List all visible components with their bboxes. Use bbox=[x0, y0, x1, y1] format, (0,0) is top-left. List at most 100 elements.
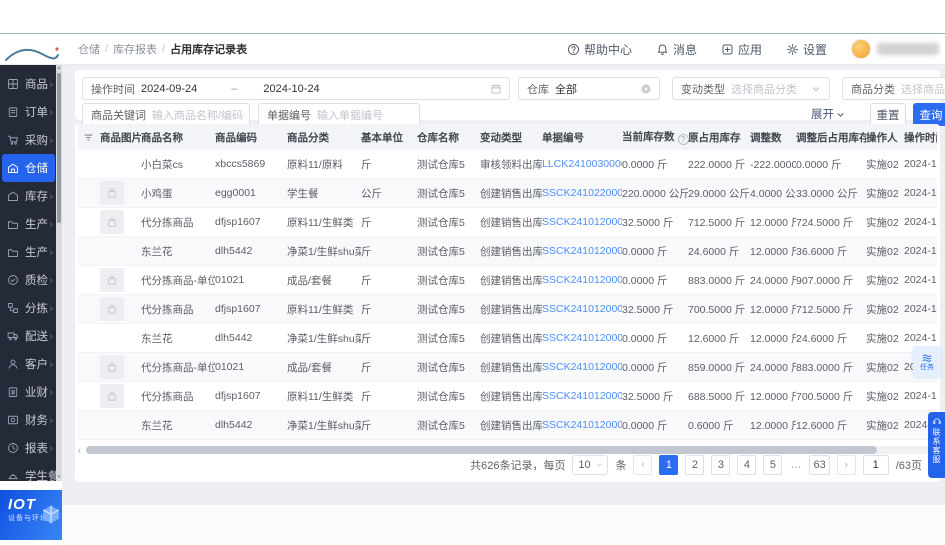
doc-number-link[interactable]: SSCK24101200003 bbox=[542, 245, 622, 257]
doc-number-input[interactable]: 单据编号 输入单据编号 bbox=[258, 103, 420, 126]
doc-number-link[interactable]: SSCK24101200002 bbox=[542, 332, 622, 344]
operator: 实施02 bbox=[866, 245, 899, 258]
scroll-left-icon[interactable]: ‹ bbox=[78, 446, 86, 455]
table-row[interactable]: 代分拣商品 dfjsp1607 原料11/生鲜类 斤 测试仓库5 创建销售出库 … bbox=[78, 295, 937, 324]
scrollbar-track[interactable] bbox=[86, 446, 937, 454]
header-actions: 帮助中心 消息 应用 设置 bbox=[567, 34, 939, 64]
user-menu[interactable] bbox=[851, 39, 939, 59]
goods-name: 东兰花 bbox=[141, 245, 173, 258]
doc-number-link[interactable]: SSCK24101200004 bbox=[542, 216, 622, 228]
sidebar-item-purchase[interactable]: 采购 › bbox=[0, 126, 62, 154]
sidebar-item-sorting[interactable]: 分拣 › bbox=[0, 294, 62, 322]
doc-number-link[interactable]: SSCK24101200002 bbox=[542, 361, 622, 373]
reset-button[interactable]: 重置 bbox=[870, 103, 906, 126]
change-type-filter[interactable]: 变动类型 选择商品分类 bbox=[672, 77, 830, 100]
breadcrumb-item[interactable]: 仓储 bbox=[78, 41, 100, 57]
column-header: 操作时间 bbox=[904, 131, 937, 144]
finance-icon bbox=[7, 414, 20, 427]
goods-category: 原料11/生鲜类 bbox=[287, 216, 354, 229]
goods-keyword-input[interactable]: 商品关键词 输入商品名称/编码 bbox=[82, 103, 250, 126]
table-horizontal-scrollbar[interactable]: ‹ bbox=[78, 446, 937, 455]
doc-number-link[interactable]: LLCK24100300001 bbox=[542, 158, 622, 170]
table-row[interactable]: 东兰花 dlh5442 净菜1/生鲜shu菜类... 斤 测试仓库5 创建销售出… bbox=[78, 411, 937, 440]
prev-page-button[interactable]: ‹ bbox=[633, 455, 653, 475]
floating-task-widget[interactable]: 任务 bbox=[913, 346, 941, 377]
sidebar-item-production-1[interactable]: 生产 › bbox=[0, 210, 62, 238]
goods-code: dlh5442 bbox=[215, 419, 253, 431]
chevron-right-icon: › bbox=[49, 190, 53, 202]
table-row[interactable]: 代分拣商品-单位换算 01021 成品/套餐 斤 测试仓库5 创建销售出库 SS… bbox=[78, 266, 937, 295]
page-button-3[interactable]: 3 bbox=[711, 455, 731, 475]
goods-category: 净菜1/生鲜shu菜类... bbox=[287, 419, 361, 432]
doc-number-link[interactable]: SSCK24102200001 bbox=[542, 187, 622, 199]
expand-filters-link[interactable]: 展开 bbox=[811, 106, 845, 122]
column-header: 商品图片 bbox=[100, 131, 141, 144]
clear-icon[interactable] bbox=[640, 83, 659, 95]
sidebar-item-warehouse[interactable]: 仓储 › bbox=[2, 154, 55, 182]
page-button-5[interactable]: 5 bbox=[763, 455, 783, 475]
table-row[interactable]: 小白菜cs xbccs5869 原料11/原料 斤 测试仓库5 审核领料出库 L… bbox=[78, 150, 937, 179]
doc-number-link[interactable]: SSCK24101200003 bbox=[542, 274, 622, 286]
warehouse-name: 测试仓库5 bbox=[417, 187, 465, 200]
sidebar-item-quality[interactable]: 质检 › bbox=[0, 266, 62, 294]
warehouse-name: 测试仓库5 bbox=[417, 216, 465, 229]
page-jump-input[interactable] bbox=[862, 455, 889, 475]
original-occupied-stock: 12.6000 斤 bbox=[688, 332, 740, 345]
page-button-2[interactable]: 2 bbox=[685, 455, 705, 475]
date-range-filter[interactable]: 操作时间 2024-09-24 – 2024-10-24 bbox=[82, 77, 510, 100]
original-occupied-stock: 712.5000 斤 bbox=[688, 216, 746, 229]
table-row[interactable]: 东兰花 dlh5442 净菜1/生鲜shu菜类... 斤 测试仓库5 创建销售出… bbox=[78, 237, 937, 266]
header-action-messages[interactable]: 消息 bbox=[656, 41, 697, 58]
page-button-1[interactable]: 1 bbox=[659, 455, 679, 475]
scrollbar-thumb[interactable] bbox=[86, 446, 878, 454]
gear-icon bbox=[786, 43, 799, 56]
breadcrumb-item[interactable]: 库存报表 bbox=[113, 41, 157, 57]
table-row[interactable]: 代分拣商品 dfjsp1607 原料11/生鲜类 斤 测试仓库5 创建销售出库 … bbox=[78, 208, 937, 237]
page-button-4[interactable]: 4 bbox=[737, 455, 757, 475]
goods-category-filter[interactable]: 商品分类 选择商品分类 bbox=[842, 77, 945, 100]
search-button[interactable]: 查询 bbox=[913, 103, 945, 126]
column-header: 商品分类 bbox=[287, 131, 329, 144]
scrollbar-thumb[interactable] bbox=[57, 73, 61, 223]
chevron-right-icon: › bbox=[49, 218, 53, 230]
sidebar-item-goods[interactable]: 商品 › bbox=[0, 70, 62, 98]
contact-service-button[interactable]: 联系客服 bbox=[928, 412, 945, 478]
doc-number-link[interactable]: SSCK24101200002 bbox=[542, 390, 622, 402]
operator: 实施02 bbox=[866, 332, 899, 345]
table-row[interactable]: 代分拣商品 dfjsp1607 原料11/生鲜类 斤 测试仓库5 创建销售出库 … bbox=[78, 382, 937, 411]
header-action-help[interactable]: 帮助中心 bbox=[567, 41, 632, 58]
change-type: 创建销售出库 bbox=[480, 216, 542, 229]
warehouse-filter[interactable]: 仓库 全部 bbox=[518, 77, 660, 100]
adjustment-qty: 12.0000 斤 bbox=[750, 390, 796, 403]
warehouse-label: 仓库 bbox=[527, 83, 549, 96]
product-image bbox=[100, 297, 124, 321]
sidebar: 商品 › 订单 › 采购 › 仓储 › 库存 › 生产 › 生产 › 质检 › bbox=[0, 65, 62, 483]
sidebar-item-production-2[interactable]: 生产 › bbox=[0, 238, 62, 266]
doc-number-link[interactable]: SSCK24101200003 bbox=[542, 303, 622, 315]
avatar[interactable] bbox=[851, 39, 871, 59]
table-row[interactable]: 代分拣商品-单位换算 01021 成品/套餐 斤 测试仓库5 创建销售出库 SS… bbox=[78, 353, 937, 382]
adjustment-qty: 4.0000 公斤 bbox=[750, 187, 796, 200]
adjusted-occupied-stock: 24.6000 斤 bbox=[796, 332, 848, 345]
doc-number-label: 单据编号 bbox=[267, 109, 311, 122]
header-action-apps[interactable]: 应用 bbox=[721, 41, 762, 58]
sidebar-item-student-meal[interactable]: 学生餐 › bbox=[0, 462, 62, 490]
sidebar-item-inventory[interactable]: 库存 › bbox=[0, 182, 62, 210]
sidebar-item-business-finance[interactable]: 业财 › bbox=[0, 378, 62, 406]
header-action-settings[interactable]: 设置 bbox=[786, 41, 827, 58]
sidebar-item-reports[interactable]: 报表 › bbox=[0, 434, 62, 462]
sidebar-item-customers[interactable]: 客户 › bbox=[0, 350, 62, 378]
column-settings-icon[interactable] bbox=[78, 132, 97, 143]
page-button-63[interactable]: 63 bbox=[809, 455, 830, 475]
table-row[interactable]: 东兰花 dlh5442 净菜1/生鲜shu菜类... 斤 测试仓库5 创建销售出… bbox=[78, 324, 937, 353]
page-size-select[interactable]: 10 bbox=[572, 455, 609, 475]
sidebar-item-delivery[interactable]: 配送 › bbox=[0, 322, 62, 350]
doc-number-link[interactable]: SSCK24101200001 bbox=[542, 419, 622, 431]
sidebar-item-orders[interactable]: 订单 › bbox=[0, 98, 62, 126]
table-row[interactable]: 小鸡蛋 egg0001 学生餐 公斤 测试仓库5 创建销售出库 SSCK2410… bbox=[78, 179, 937, 208]
change-type-label: 变动类型 bbox=[681, 83, 725, 96]
change-type: 创建销售出库 bbox=[480, 303, 542, 316]
next-page-button[interactable]: › bbox=[836, 455, 856, 475]
sidebar-item-finance[interactable]: 财务 › bbox=[0, 406, 62, 434]
chevron-down-icon bbox=[837, 112, 844, 117]
